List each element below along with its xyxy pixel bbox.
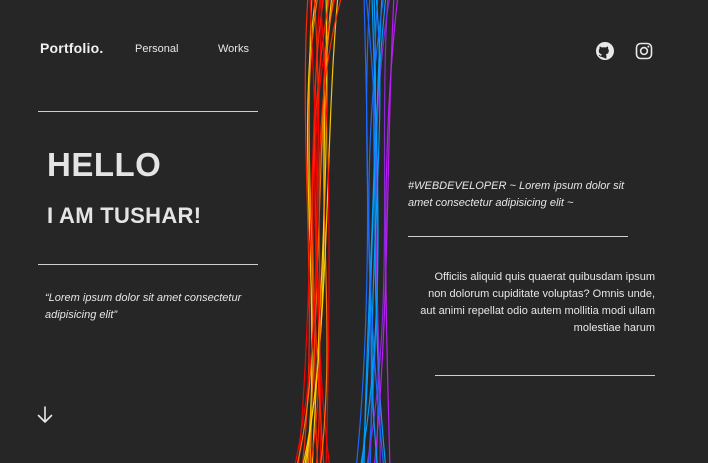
nav-link-personal[interactable]: Personal xyxy=(135,43,178,55)
tagline: #WEBDEVELOPER ~ Lorem ipsum dolor sit am… xyxy=(408,180,625,209)
instagram-icon[interactable] xyxy=(634,41,654,61)
about-paragraph: Officiis aliquid quis quaerat quibusdam … xyxy=(420,271,655,334)
hero-greeting: HELLO xyxy=(47,146,162,183)
colorful-lines-art xyxy=(294,0,399,463)
hero-quote: “Lorem ipsum dolor sit amet consectetur … xyxy=(45,292,242,321)
decorative-line xyxy=(385,0,399,463)
scroll-down-arrow-icon[interactable] xyxy=(36,405,54,425)
divider-top-left xyxy=(38,111,258,112)
divider-bottom-left xyxy=(38,264,258,265)
hero-intro: I AM TUSHAR! xyxy=(47,203,202,228)
divider-bottom-right xyxy=(435,375,655,376)
divider-top-right xyxy=(408,236,628,237)
github-icon[interactable] xyxy=(595,41,615,61)
nav-link-works[interactable]: Works xyxy=(218,43,249,55)
brand-logo[interactable]: Portfolio. xyxy=(40,40,103,56)
